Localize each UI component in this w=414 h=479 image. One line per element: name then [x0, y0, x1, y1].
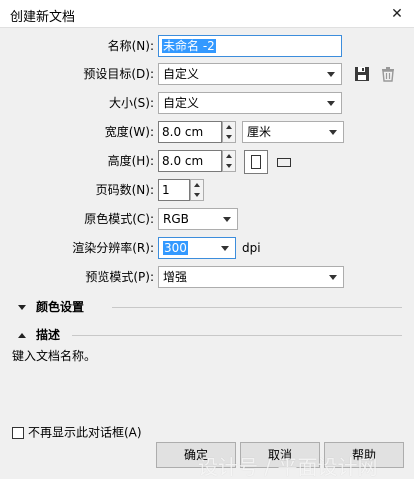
preset-label: 预设目标(D):	[83, 67, 154, 81]
dropdown-arrow-icon	[223, 217, 231, 222]
pages-label: 页码数(N):	[95, 183, 154, 197]
preview-mode-label: 预览模式(P):	[85, 270, 154, 284]
size-value: 自定义	[163, 96, 200, 110]
dropdown-arrow-icon	[327, 72, 335, 77]
name-input[interactable]: 未命名 -2	[158, 35, 342, 57]
height-spinner[interactable]	[222, 150, 236, 172]
name-input-value: 未命名 -2	[162, 39, 216, 53]
width-input[interactable]: 8.0 cm	[158, 121, 222, 143]
expand-icon	[18, 305, 26, 310]
preset-dropdown[interactable]: 自定义	[158, 63, 342, 85]
description-text: 键入文档名称。	[12, 349, 97, 363]
color-mode-dropdown[interactable]: RGB	[158, 208, 238, 230]
spin-up-icon[interactable]	[226, 125, 232, 129]
width-spinner[interactable]	[222, 121, 236, 143]
color-mode-value: RGB	[163, 212, 189, 226]
dropdown-arrow-icon	[327, 101, 335, 106]
window-title: 创建新文档	[10, 10, 76, 25]
spin-down-icon[interactable]	[226, 135, 232, 139]
title-bar: 创建新文档 ✕	[0, 0, 414, 28]
spin-up-icon[interactable]	[194, 183, 200, 187]
dropdown-arrow-icon	[221, 246, 229, 251]
preset-value: 自定义	[163, 67, 200, 81]
dropdown-arrow-icon	[329, 130, 337, 135]
dont-show-again-label: 不再显示此对话框(A)	[28, 425, 142, 440]
pages-input[interactable]: 1	[158, 179, 190, 201]
spin-down-icon[interactable]	[194, 193, 200, 197]
preview-mode-dropdown[interactable]: 增强	[158, 266, 344, 288]
dont-show-again-checkbox[interactable]: 不再显示此对话框(A)	[12, 424, 142, 440]
unit-dropdown[interactable]: 厘米	[242, 121, 344, 143]
description-toggle[interactable]: 描述	[18, 326, 60, 344]
description-label: 描述	[36, 328, 61, 342]
resolution-dropdown[interactable]: 300	[158, 237, 236, 259]
height-input[interactable]: 8.0 cm	[158, 150, 222, 172]
landscape-icon[interactable]	[272, 150, 296, 174]
resolution-value: 300	[163, 241, 188, 255]
size-dropdown[interactable]: 自定义	[158, 92, 342, 114]
close-icon[interactable]: ✕	[386, 3, 408, 25]
name-label: 名称(N):	[107, 39, 154, 53]
save-preset-icon[interactable]	[352, 64, 372, 84]
size-label: 大小(S):	[108, 96, 154, 110]
watermark: 设计号 / 平面设计网	[198, 455, 378, 479]
delete-preset-icon[interactable]	[378, 64, 398, 84]
collapse-icon	[18, 333, 26, 338]
resolution-label: 渲染分辨率(R):	[72, 241, 154, 255]
dropdown-arrow-icon	[329, 275, 337, 280]
width-label: 宽度(W):	[104, 125, 154, 139]
color-settings-toggle[interactable]: 颜色设置	[18, 298, 84, 316]
preview-mode-value: 增强	[163, 270, 188, 284]
unit-value: 厘米	[247, 125, 272, 139]
color-mode-label: 原色模式(C):	[84, 212, 154, 226]
resolution-unit: dpi	[242, 241, 261, 255]
checkbox-box[interactable]	[12, 426, 24, 439]
portrait-icon[interactable]	[244, 150, 268, 174]
pages-spinner[interactable]	[190, 179, 204, 201]
section-divider	[112, 307, 402, 308]
height-label: 高度(H):	[107, 154, 154, 168]
color-settings-label: 颜色设置	[36, 300, 85, 314]
section-divider	[72, 335, 402, 336]
spin-up-icon[interactable]	[226, 154, 232, 158]
spin-down-icon[interactable]	[226, 164, 232, 168]
